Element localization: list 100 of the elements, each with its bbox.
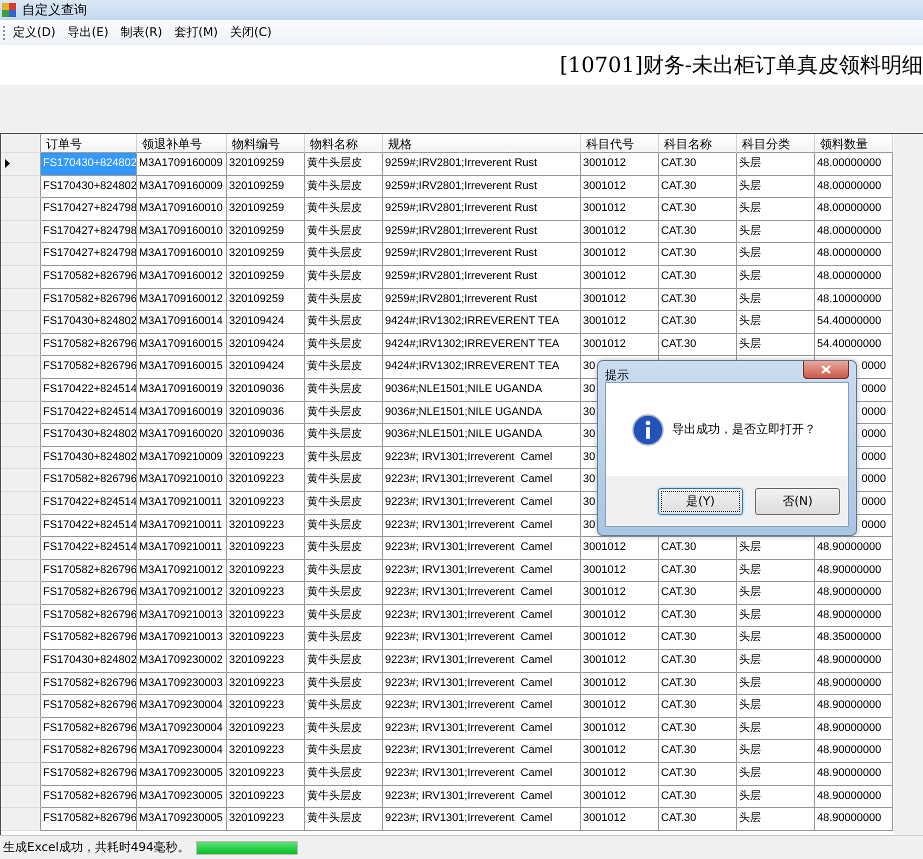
table-cell: 9223#; IRV1301;Irreverent Camel [383,808,581,831]
table-cell: M3A1709230003 [137,672,227,696]
column-header[interactable]: 科目名称 [659,134,737,153]
table-cell: 头层 [737,266,815,289]
table-cell: M3A1709210011 [137,492,227,514]
table-cell: 9223#; IRV1301;Irreverent Camel [383,446,581,470]
table-cell: M3A1709160015 [137,334,227,356]
dialog-button[interactable]: 否(N) [755,488,840,514]
table-cell: CAT.30 [659,786,737,808]
table-cell: 3001012 [581,763,659,786]
menu-item[interactable]: 套打(M) [169,22,223,43]
table-cell: M3A1709230005 [137,763,227,786]
table-cell: 320109259 [227,243,305,266]
close-button[interactable] [803,361,849,379]
table-cell: M3A1709210010 [137,469,227,492]
table-cell: 9223#; IRV1301;Irreverent Camel [383,650,581,673]
table-cell: 头层 [737,198,815,221]
table-cell: 3001012 [581,220,659,244]
table-cell: CAT.30 [659,220,737,244]
column-header[interactable]: 订单号 [41,134,137,153]
table-cell: 9223#; IRV1301;Irreverent Camel [383,604,581,628]
table-cell: CAT.30 [659,672,737,696]
table-cell: FS170430+824802 [41,424,137,447]
column-header[interactable]: 领退补单号 [137,134,227,153]
table-cell: 320109223 [227,604,305,628]
table-cell: 黄牛头层皮 [305,492,383,514]
table-cell: M3A1709210011 [137,514,227,538]
table-cell: 头层 [737,153,815,176]
table-cell: 黄牛头层皮 [305,266,383,289]
table-cell: 320109036 [227,402,305,424]
table-cell: 头层 [737,808,815,831]
table-cell: FS170430+824802 [41,650,137,673]
table-cell: 3001012 [581,740,659,764]
table-cell: FS170430+824802 [41,446,137,470]
table-cell: 黄牛头层皮 [305,356,383,379]
table-cell: M3A1709160020 [137,424,227,447]
table-cell: 320109223 [227,695,305,718]
table-cell: 3001012 [581,672,659,696]
table-cell: CAT.30 [659,243,737,266]
app-icon [2,3,16,17]
table-cell: 320109424 [227,311,305,334]
column-header[interactable]: 领料数量 [815,134,893,153]
table-cell: 54.40000000 [815,311,893,334]
table-cell: 48.35000000 [815,627,893,650]
current-row-icon [5,159,10,168]
table-cell: 3001012 [581,266,659,289]
column-header[interactable]: 物料编号 [227,134,305,153]
table-cell: 48.00000000 [815,176,893,198]
table-cell: 头层 [737,560,815,582]
column-header[interactable]: 科目代号 [581,134,659,153]
table-cell: 3001012 [581,243,659,266]
table-cell: 9223#; IRV1301;Irreverent Camel [383,672,581,696]
table-cell: CAT.30 [659,288,737,312]
table-cell: M3A1709210012 [137,560,227,582]
table-cell: 黄牛头层皮 [305,220,383,244]
table-cell: 头层 [737,311,815,334]
table-cell: 48.90000000 [815,537,893,560]
table-cell: 3001012 [581,786,659,808]
table-cell: 头层 [737,334,815,356]
table-cell: 320109223 [227,560,305,582]
table-cell: 头层 [737,176,815,198]
column-header[interactable]: 规格 [383,134,581,153]
menu-item[interactable]: 导出(E) [62,22,114,43]
table-cell: M3A1709160012 [137,266,227,289]
table-cell: 9259#;IRV2801;Irreverent Rust [383,153,581,176]
table-cell: 320109036 [227,378,305,402]
table-cell: 320109259 [227,288,305,312]
table-cell: 320109223 [227,627,305,650]
menu-item[interactable]: 制表(R) [116,22,168,43]
table-cell: 黄牛头层皮 [305,378,383,402]
table-cell: 头层 [737,786,815,808]
column-header[interactable]: 科目分类 [737,134,815,153]
close-icon [821,365,831,374]
table-cell: 320109223 [227,808,305,831]
table-cell: 48.00000000 [815,198,893,221]
table-cell: 9259#;IRV2801;Irreverent Rust [383,243,581,266]
table-cell: 黄牛头层皮 [305,808,383,831]
table-cell: 9223#; IRV1301;Irreverent Camel [383,514,581,538]
table-cell: 48.90000000 [815,672,893,696]
table-cell: 320109223 [227,672,305,696]
column-header[interactable]: 物料名称 [305,134,383,153]
table-cell: 3001012 [581,560,659,582]
table-cell: 320109259 [227,266,305,289]
table-cell: 9223#; IRV1301;Irreverent Camel [383,537,581,560]
table-cell: 9223#; IRV1301;Irreverent Camel [383,695,581,718]
table-cell: 头层 [737,288,815,312]
dialog-button[interactable]: 是(Y) [658,488,743,514]
table-cell: CAT.30 [659,740,737,764]
table-cell: M3A1709230004 [137,718,227,740]
menu-item[interactable]: 定义(D) [8,22,61,43]
table-cell: M3A1709160009 [137,153,227,176]
table-cell: 320109223 [227,740,305,764]
dialog-message: 导出成功，是否立即打开？ [672,421,816,438]
table-cell: M3A1709160010 [137,198,227,221]
table-cell: M3A1709160009 [137,176,227,198]
row-header[interactable] [1,153,41,176]
table-cell: 48.90000000 [815,718,893,740]
menu-item[interactable]: 关闭(C) [224,22,277,43]
table-cell: 头层 [737,695,815,718]
table-cell: 48.90000000 [815,786,893,808]
